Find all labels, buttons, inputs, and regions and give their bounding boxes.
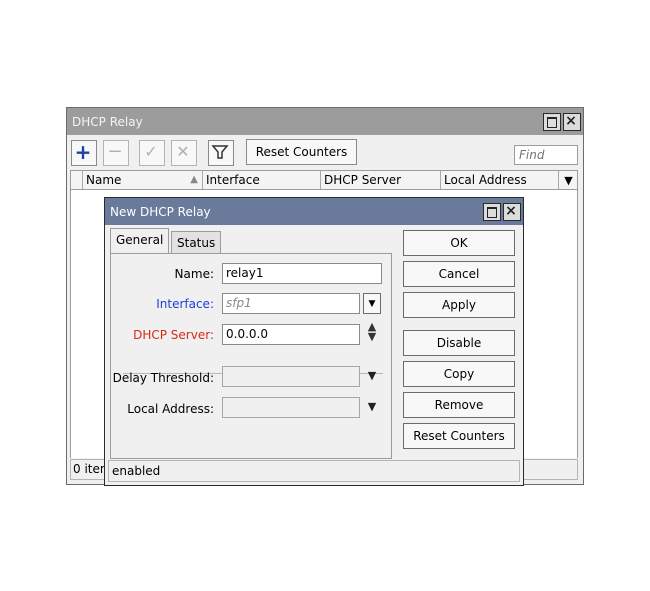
ok-button[interactable]: OK: [403, 230, 515, 256]
column-interface[interactable]: Interface: [203, 171, 321, 189]
dialog-titlebar[interactable]: New DHCP Relay ×: [105, 198, 523, 225]
dialog-status-bar: enabled: [108, 460, 520, 482]
disable-button[interactable]: Disable: [403, 330, 515, 356]
disable-button[interactable]: ✕: [171, 140, 197, 166]
filter-icon: [209, 141, 231, 163]
local-address-field[interactable]: [222, 397, 360, 418]
filter-button[interactable]: [208, 140, 234, 166]
delay-threshold-label: Delay Threshold:: [112, 371, 214, 385]
dropdown-icon: ▼: [564, 174, 573, 187]
reset-counters-button[interactable]: Reset Counters: [403, 423, 515, 449]
dropdown-icon[interactable]: ▼: [364, 400, 380, 413]
sort-arrow-icon: ▲: [190, 174, 198, 185]
name-field[interactable]: relay1: [222, 263, 382, 284]
enable-icon: ✓: [144, 142, 158, 161]
reset-counters-button[interactable]: Reset Counters: [246, 139, 357, 165]
remove-button[interactable]: Remove: [403, 392, 515, 418]
remove-icon: −: [107, 141, 123, 162]
tab-status[interactable]: Status: [171, 231, 222, 255]
dhcp-server-label: DHCP Server:: [133, 328, 214, 342]
window-titlebar[interactable]: DHCP Relay ×: [67, 108, 583, 135]
dropdown-icon[interactable]: ▼: [364, 369, 380, 382]
remove-button[interactable]: −: [103, 140, 129, 166]
local-address-label: Local Address:: [127, 402, 214, 416]
dialog-title: New DHCP Relay: [110, 205, 211, 219]
column-local-address[interactable]: Local Address: [441, 171, 559, 189]
cancel-button[interactable]: Cancel: [403, 261, 515, 287]
column-local-address-label: Local Address: [444, 173, 527, 187]
add-icon: +: [74, 140, 92, 164]
disable-icon: ✕: [176, 142, 190, 161]
close-icon[interactable]: ×: [563, 113, 581, 131]
column-dhcp-server[interactable]: DHCP Server: [321, 171, 441, 189]
add-button[interactable]: +: [71, 140, 97, 166]
close-icon[interactable]: ×: [503, 203, 521, 221]
window-title: DHCP Relay: [72, 115, 143, 129]
general-panel: Name: relay1 Interface: sfp1 ▼ DHCP Serv…: [110, 253, 392, 459]
dropdown-icon: ▼: [368, 299, 376, 309]
restore-icon[interactable]: [483, 203, 501, 221]
interface-label: Interface:: [156, 297, 214, 311]
name-label: Name:: [174, 267, 214, 281]
column-spacer: [71, 171, 83, 189]
copy-button[interactable]: Copy: [403, 361, 515, 387]
spinner-icon[interactable]: ▲ ▼: [364, 321, 380, 342]
new-dhcp-relay-dialog: New DHCP Relay × General Status Name: re…: [104, 197, 524, 486]
enable-button[interactable]: ✓: [139, 140, 165, 166]
column-interface-label: Interface: [206, 173, 260, 187]
find-input[interactable]: [514, 145, 578, 165]
column-name[interactable]: Name ▲: [83, 171, 203, 189]
apply-button[interactable]: Apply: [403, 292, 515, 318]
delay-threshold-field[interactable]: [222, 366, 360, 387]
column-name-label: Name: [86, 173, 122, 187]
column-dhcp-server-label: DHCP Server: [324, 173, 402, 187]
relay-status: enabled: [112, 464, 161, 478]
columns-menu-button[interactable]: ▼: [559, 171, 578, 189]
dhcp-server-field[interactable]: 0.0.0.0: [222, 324, 360, 345]
interface-field[interactable]: sfp1: [222, 293, 360, 314]
list-header: Name ▲ Interface DHCP Server Local Addre…: [70, 170, 578, 190]
tab-general[interactable]: General: [110, 228, 170, 254]
interface-dropdown[interactable]: ▼: [363, 293, 381, 314]
restore-icon[interactable]: [543, 113, 561, 131]
